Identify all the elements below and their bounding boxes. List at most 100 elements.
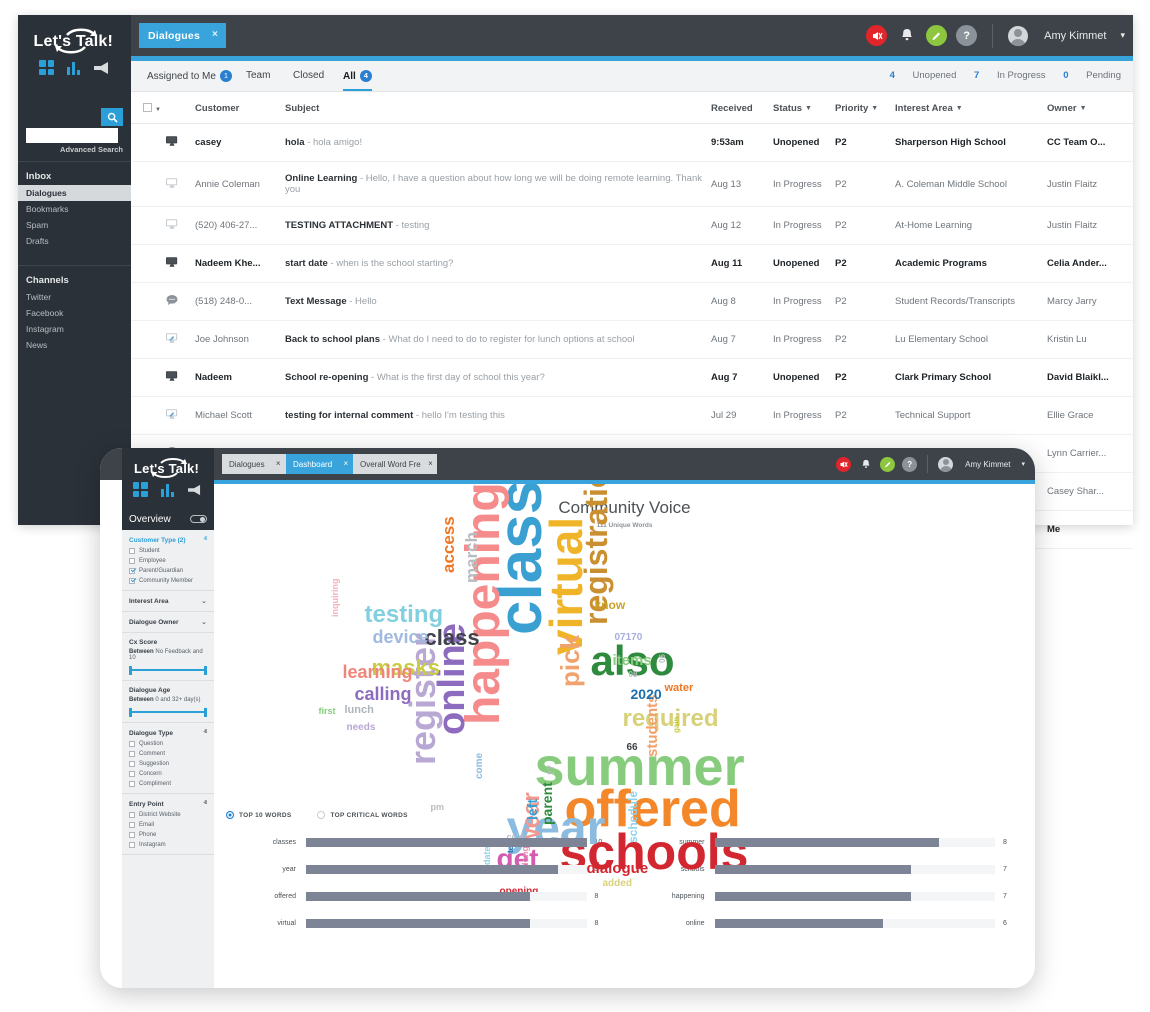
word-cloud-term[interactable]: 27 — [547, 765, 556, 775]
word-cloud-term[interactable]: left — [525, 799, 539, 820]
sidebar-item-news[interactable]: News — [18, 337, 131, 353]
help-icon[interactable]: ? — [902, 457, 917, 472]
word-cloud-term[interactable]: testing — [365, 603, 444, 627]
sidebar-item-spam[interactable]: Spam — [18, 217, 131, 233]
filter-slider[interactable] — [129, 708, 207, 716]
word-cloud-term[interactable]: 66 — [627, 743, 638, 753]
filter-group-header[interactable]: Cx Score — [129, 639, 207, 646]
col-owner[interactable]: Owner▼ — [1047, 92, 1133, 124]
front-tab-overall-word-frequency[interactable]: Overall Word Fre × — [353, 454, 437, 474]
word-cloud-term[interactable]: schedule — [627, 791, 639, 843]
sidebar-item-instagram[interactable]: Instagram — [18, 321, 131, 337]
table-row[interactable]: Joe JohnsonBack to school plans - What d… — [131, 321, 1133, 359]
filter-option[interactable]: Concern — [129, 771, 207, 777]
chevron-icon[interactable]: ⱏ — [204, 800, 207, 808]
row-checkbox-cell[interactable] — [131, 162, 165, 207]
search-icon[interactable] — [101, 108, 123, 126]
filter-checkbox[interactable] — [129, 842, 135, 848]
word-cloud-term[interactable]: 07170 — [615, 633, 643, 643]
filter-option[interactable]: Comment — [129, 751, 207, 757]
filter-group-header[interactable]: Entry Pointⱏ — [129, 800, 207, 808]
word-cloud-term[interactable]: inquiring — [331, 579, 340, 618]
word-cloud-term[interactable]: needs — [347, 723, 376, 733]
word-cloud-term[interactable]: pick — [557, 635, 583, 687]
filter-checkbox[interactable] — [129, 812, 135, 818]
search-input[interactable] — [26, 128, 118, 143]
filter-checkbox[interactable] — [129, 741, 135, 747]
word-cloud-term[interactable]: parent — [540, 782, 554, 825]
chevron-icon[interactable]: ⌄ — [201, 597, 207, 605]
col-select[interactable]: ▼ — [131, 92, 165, 124]
filter-option[interactable]: Student — [129, 548, 207, 554]
word-cloud-term[interactable]: class — [425, 627, 480, 649]
filter-group-header[interactable]: Interest Area⌄ — [129, 597, 207, 605]
chevron-down-icon[interactable]: ▼ — [155, 107, 161, 113]
filter-option[interactable]: Instagram — [129, 842, 207, 848]
bell-icon[interactable] — [858, 457, 873, 472]
subtab-assigned-to-me[interactable]: Assigned to Me1 — [147, 70, 232, 82]
word-cloud-term[interactable]: 08 — [629, 671, 638, 679]
word-cloud-term[interactable]: long — [521, 846, 530, 865]
slider-knob-min[interactable] — [129, 708, 132, 717]
filter-icon[interactable]: ▼ — [805, 105, 812, 112]
analytics-bars-icon[interactable] — [161, 482, 174, 497]
row-checkbox-cell[interactable] — [131, 245, 165, 283]
word-cloud-term[interactable]: march — [463, 532, 480, 583]
word-cloud-term[interactable]: items — [613, 653, 652, 668]
word-cloud-term[interactable]: 06 — [659, 654, 667, 663]
slider-knob-min[interactable] — [129, 666, 132, 675]
slider-knob-max[interactable] — [204, 708, 207, 717]
filter-option[interactable]: Suggestion — [129, 761, 207, 767]
col-interest-area[interactable]: Interest Area▼ — [895, 92, 1047, 124]
advanced-search-link[interactable]: Advanced Search — [60, 145, 123, 154]
word-cloud-term[interactable]: come — [475, 753, 485, 779]
subtab-all[interactable]: All4 — [343, 70, 372, 82]
table-row[interactable]: NadeemSchool re-opening - What is the fi… — [131, 359, 1133, 397]
filter-checkbox[interactable] — [129, 548, 135, 554]
word-cloud-term[interactable]: required — [623, 707, 719, 731]
compose-icon[interactable] — [880, 457, 895, 472]
avatar[interactable] — [1008, 26, 1028, 46]
word-cloud-term[interactable]: added — [603, 879, 632, 889]
filter-icon[interactable]: ▼ — [956, 105, 963, 112]
megaphone-icon[interactable] — [187, 483, 204, 497]
front-tab-dialogues[interactable]: Dialogues × — [222, 454, 287, 474]
avatar[interactable] — [938, 457, 953, 472]
sidebar-item-bookmarks[interactable]: Bookmarks — [18, 201, 131, 217]
subtab-team[interactable]: Team — [246, 70, 270, 81]
tab-close-icon[interactable]: × — [276, 459, 281, 468]
analytics-bars-icon[interactable] — [67, 60, 80, 75]
row-checkbox-cell[interactable] — [131, 321, 165, 359]
word-cloud-term[interactable]: access — [440, 516, 457, 573]
sidebar-item-dialogues[interactable]: Dialogues — [18, 185, 131, 201]
filter-icon[interactable]: ▼ — [1080, 105, 1087, 112]
table-row[interactable]: Nadeem Khe...start date - when is the sc… — [131, 245, 1133, 283]
word-cloud-term[interactable]: device — [373, 628, 429, 646]
filter-group-header[interactable]: Dialogue Age — [129, 687, 207, 694]
chevron-icon[interactable]: ⱏ — [204, 536, 207, 544]
chevron-down-icon[interactable]: ▾ — [1021, 460, 1025, 468]
word-cloud-term[interactable]: lunch — [345, 705, 374, 716]
filter-checkbox[interactable] — [129, 822, 135, 828]
word-cloud-term[interactable]: gain — [673, 717, 681, 733]
word-cloud-term[interactable]: 2020 — [631, 687, 662, 701]
radio-top-10-words[interactable]: TOP 10 WORDS — [226, 811, 291, 819]
dashboard-grid-icon[interactable] — [133, 482, 148, 497]
slider-knob-max[interactable] — [204, 666, 207, 675]
filter-option[interactable]: District Website — [129, 812, 207, 818]
compose-icon[interactable] — [926, 25, 947, 46]
filter-group-header[interactable]: Dialogue Typeⱏ — [129, 729, 207, 737]
filter-option[interactable]: Parent/Guardian — [129, 568, 207, 574]
table-row[interactable]: Michael Scotttesting for internal commen… — [131, 397, 1133, 435]
row-checkbox-cell[interactable] — [131, 397, 165, 435]
filter-checkbox[interactable] — [129, 568, 135, 574]
col-priority[interactable]: Priority▼ — [835, 92, 895, 124]
word-cloud-term[interactable]: first — [319, 707, 336, 716]
bell-icon[interactable] — [896, 25, 917, 46]
word-cloud-term[interactable]: dialogue — [587, 861, 649, 876]
mute-icon[interactable] — [836, 457, 851, 472]
filter-option[interactable]: Phone — [129, 832, 207, 838]
megaphone-icon[interactable] — [93, 61, 110, 75]
subtab-closed[interactable]: Closed — [293, 70, 324, 81]
table-row[interactable]: Annie ColemanOnline Learning - Hello, I … — [131, 162, 1133, 207]
